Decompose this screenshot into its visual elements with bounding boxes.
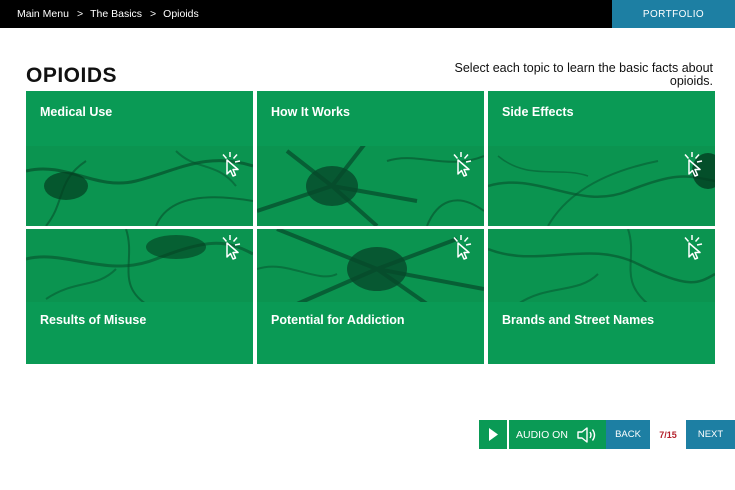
tile-title-band — [257, 302, 484, 364]
instruction-text: Select each topic to learn the basic fac… — [454, 61, 714, 88]
breadcrumb-main-menu[interactable]: Main Menu — [17, 8, 69, 20]
click-cursor-icon — [450, 151, 476, 177]
tile-label: How It Works — [271, 105, 350, 119]
tile-results-of-misuse[interactable]: Results of Misuse — [26, 229, 253, 364]
topic-grid: Medical Use How It Works Side Effects Re… — [26, 91, 716, 364]
back-button[interactable]: BACK — [606, 420, 650, 449]
tile-label: Brands and Street Names — [502, 313, 655, 327]
tile-title-band — [488, 302, 715, 364]
audio-label: AUDIO ON — [516, 428, 568, 441]
tile-label: Side Effects — [502, 105, 574, 119]
audio-toggle-button[interactable]: AUDIO ON — [509, 420, 606, 449]
breadcrumb-separator: > — [150, 8, 157, 20]
click-cursor-icon — [219, 234, 245, 260]
speaker-icon — [577, 426, 596, 443]
click-cursor-icon — [681, 234, 707, 260]
tile-label: Medical Use — [40, 105, 113, 119]
click-cursor-icon — [450, 234, 476, 260]
next-button[interactable]: NEXT — [686, 420, 735, 449]
play-button[interactable] — [479, 420, 507, 449]
breadcrumb-separator: > — [76, 8, 84, 20]
breadcrumb-opioids: Opioids — [163, 8, 199, 20]
click-cursor-icon — [681, 151, 707, 177]
tile-title-band — [26, 302, 253, 364]
top-bar: Main Menu > The Basics > Opioids PORTFOL… — [0, 0, 735, 28]
breadcrumb-the-basics[interactable]: The Basics — [90, 8, 142, 20]
tile-how-it-works[interactable]: How It Works — [257, 91, 484, 226]
page-counter: 7/15 — [659, 429, 677, 440]
tile-potential-for-addiction[interactable]: Potential for Addiction — [257, 229, 484, 364]
page-title: OPIOIDS — [26, 64, 118, 87]
portfolio-button[interactable]: PORTFOLIO — [612, 0, 735, 28]
tile-label: Results of Misuse — [40, 313, 147, 327]
breadcrumb: Main Menu > The Basics > Opioids — [17, 0, 199, 28]
click-cursor-icon — [219, 151, 245, 177]
tile-medical-use[interactable]: Medical Use — [26, 91, 253, 226]
tile-brands-and-street-names[interactable]: Brands and Street Names — [488, 229, 715, 364]
tile-side-effects[interactable]: Side Effects — [488, 91, 715, 226]
play-icon — [489, 428, 498, 441]
tile-label: Potential for Addiction — [271, 313, 405, 327]
